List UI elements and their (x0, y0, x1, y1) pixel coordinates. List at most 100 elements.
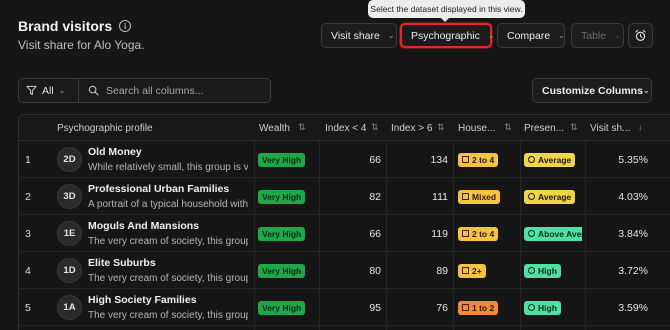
wealth-cell: Very High (258, 141, 306, 178)
chevron-down-icon: ⌄ (614, 31, 621, 40)
table-header: Psychographic profile Wealth ⇅ Index < 4… (19, 115, 670, 141)
row-index: 2 (25, 190, 31, 203)
alarm-clock-icon (635, 29, 646, 41)
index-gt-value: 134 (430, 153, 448, 166)
clock-icon (528, 156, 535, 163)
column-header-index-lt[interactable]: Index < 4 (325, 115, 369, 141)
household-label: 2 to 4 (472, 228, 495, 239)
presence-label: High (538, 265, 557, 276)
household-badge: 2 to 4 (458, 152, 499, 167)
index-gt-value: 119 (431, 227, 448, 240)
sort-icon[interactable]: ⇅ (298, 122, 306, 133)
presence-cell: Average (524, 141, 576, 178)
wealth-badge: Very High (258, 152, 306, 167)
household-badge: 1 to 2 (458, 300, 499, 315)
table-row[interactable]: 4 1D Elite Suburbs The very cream of soc… (19, 252, 670, 289)
profile-avatar: 1D (57, 258, 82, 283)
sort-icon[interactable]: ⇅ (504, 122, 512, 133)
presence-badge: Average (524, 152, 576, 167)
search-input[interactable]: Search all columns... (79, 85, 270, 97)
wealth-cell: Very High (258, 289, 306, 326)
wealth-cell: Very High (258, 178, 306, 215)
chevron-down-icon: ⌄ (558, 31, 565, 40)
presence-cell: High (524, 252, 561, 289)
household-cell: 2+ (458, 252, 486, 289)
house-icon (462, 193, 469, 200)
profile-name[interactable]: Elite Suburbs (88, 257, 156, 269)
compare-dropdown[interactable]: Compare ⌄ (497, 23, 565, 48)
column-header-presence[interactable]: Presen... (524, 115, 568, 141)
profile-avatar: 3D (57, 184, 82, 209)
household-cell: 1 to 2 (458, 289, 499, 326)
column-header-house[interactable]: House... (458, 115, 502, 141)
index-lt-value: 80 (369, 264, 381, 277)
presence-label: Above Aver (538, 228, 582, 239)
sort-icon[interactable]: ⇅ (570, 122, 578, 133)
wealth-badge: Very High (258, 189, 306, 204)
household-badge: 2 to 4 (458, 226, 499, 241)
table-dropdown[interactable]: Table ⌄ (571, 23, 624, 48)
chevron-down-icon: ⌄ (642, 86, 650, 95)
row-index: 1 (25, 153, 31, 166)
dataset-tooltip: Select the dataset displayed in this vie… (368, 0, 525, 22)
presence-label: Average (538, 191, 572, 202)
profile-name[interactable]: Old Money (88, 146, 142, 158)
title-text: Brand visitors (18, 18, 113, 34)
profile-name[interactable]: Moguls And Mansions (88, 220, 199, 232)
column-header-wealth[interactable]: Wealth (259, 115, 290, 141)
page-subtitle: Visit share for Alo Yoga. (18, 38, 145, 52)
visit-share-label: Visit share (331, 29, 380, 42)
visit-share-value: 5.35% (618, 153, 648, 166)
column-header-visit-share[interactable]: Visit sh... (590, 115, 640, 141)
row-index: 5 (25, 301, 31, 314)
table-row[interactable]: 3 1E Moguls And Mansions The very cream … (19, 215, 670, 252)
presence-badge: Average (524, 189, 576, 204)
column-header-index-gt[interactable]: Index > 6 (391, 115, 433, 141)
table-row[interactable]: 5 1A High Society Families The very crea… (19, 289, 670, 326)
psychographic-dropdown[interactable]: Psychographic ⌄ (400, 23, 495, 48)
house-icon (462, 230, 469, 237)
presence-cell: High (524, 289, 561, 326)
presence-badge: Above Aver (524, 226, 582, 241)
household-label: 2 to 4 (472, 154, 495, 165)
household-label: 1 to 2 (472, 302, 495, 313)
house-icon (462, 156, 469, 163)
sort-descending-icon[interactable]: ↓ (638, 122, 643, 132)
table-row[interactable]: 2 3D Professional Urban Families A portr… (19, 178, 670, 215)
presence-cell: Average (524, 178, 576, 215)
wealth-cell: Very High (258, 215, 306, 252)
psychographic-label: Psychographic (411, 29, 480, 42)
page-title: Brand visitors i (18, 18, 132, 34)
visit-share-value: 3.84% (618, 227, 648, 240)
clock-icon (528, 267, 535, 274)
chevron-down-icon: ⌄ (387, 31, 395, 40)
index-lt-value: 66 (369, 227, 381, 240)
presence-badge: High (524, 263, 561, 278)
clock-icon (528, 304, 535, 311)
profile-description: A portrait of a typical household within (88, 199, 248, 210)
sort-icon[interactable]: ⇅ (437, 122, 445, 133)
visit-share-dropdown[interactable]: Visit share ⌄ (321, 23, 397, 48)
table-row[interactable]: 1 2D Old Money While relatively small, t… (19, 141, 670, 178)
profile-name[interactable]: High Society Families (88, 294, 197, 306)
profile-avatar: 1A (57, 295, 82, 320)
profile-description: The very cream of society, this group ea (88, 273, 248, 284)
profile-description: The very cream of society, this group ea (88, 310, 248, 321)
alarm-button[interactable] (628, 23, 653, 48)
household-label: Mixed (472, 191, 497, 202)
presence-badge: High (524, 300, 561, 315)
row-index: 4 (25, 264, 31, 277)
column-header-profile[interactable]: Psychographic profile (57, 115, 153, 141)
sort-icon[interactable]: ⇅ (371, 122, 379, 133)
filter-all-dropdown[interactable]: All ⌄ (19, 79, 79, 102)
profile-name[interactable]: Professional Urban Families (88, 183, 229, 195)
customize-columns-button[interactable]: Customize Columns ⌄ (532, 78, 652, 103)
index-lt-value: 95 (369, 301, 381, 314)
presence-label: High (538, 302, 557, 313)
visit-share-value: 3.59% (618, 301, 648, 314)
index-lt-value: 66 (369, 153, 381, 166)
compare-label: Compare (507, 29, 551, 42)
info-icon[interactable]: i (119, 20, 132, 32)
household-cell: 2 to 4 (458, 215, 499, 252)
index-gt-value: 111 (432, 190, 448, 203)
